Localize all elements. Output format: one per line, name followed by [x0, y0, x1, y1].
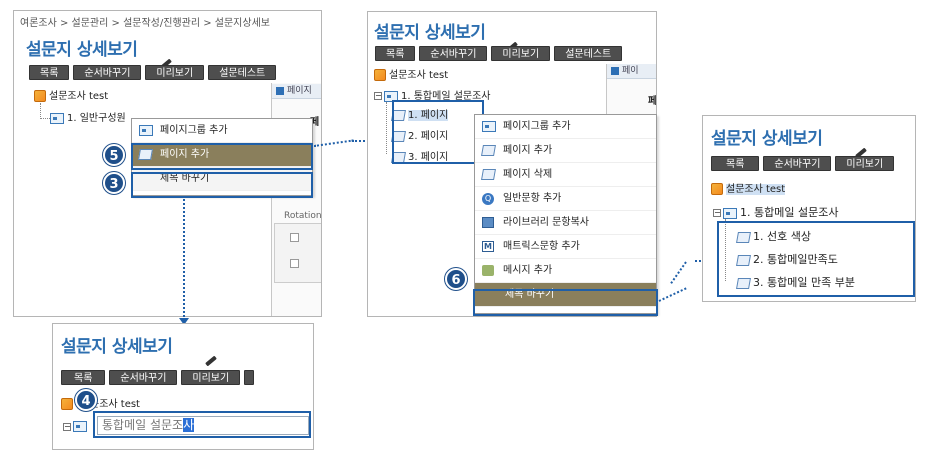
library-icon [482, 217, 494, 228]
tree-root-label[interactable]: 설문조사 test [49, 91, 108, 102]
survey-icon [34, 90, 46, 102]
reorder-button[interactable]: 순서바꾸기 [763, 156, 832, 171]
menu-item-label: 페이지 추가 [503, 145, 553, 156]
page-title: 설문지 상세보기 [26, 40, 138, 60]
survey-test-button[interactable]: 설문테스트 [554, 46, 623, 61]
collapse-icon[interactable]: − [63, 422, 71, 431]
preview-button[interactable]: 미리보기 [491, 46, 551, 61]
highlight-rename [131, 172, 313, 198]
survey-icon [711, 183, 723, 195]
page-title: 설문지 상세보기 [61, 337, 173, 357]
page-title: 설문지 상세보기 [711, 129, 823, 149]
highlight-rename [473, 289, 658, 316]
breadcrumb: 여론조사 > 설문관리 > 설문작성/진행관리 > 설문지상세보 [20, 18, 270, 29]
survey-icon [61, 398, 73, 410]
menu-item-label: 매트릭스문항 추가 [503, 241, 580, 252]
highlight-add-page [131, 143, 313, 170]
message-icon [482, 265, 494, 276]
list-button[interactable]: 목록 [711, 156, 760, 171]
step-badge: 6 [445, 268, 467, 290]
page-group-icon [482, 121, 496, 132]
edit-pen-icon [205, 355, 217, 367]
menu-item-label: 페이지 삭제 [503, 169, 553, 180]
matrix-icon: M [482, 241, 494, 252]
tree-group-label[interactable]: 1. 통합메일 설문조사 [740, 206, 838, 219]
tree-group-label[interactable]: 1. 일반구성원 [67, 113, 126, 124]
highlight-pages [392, 100, 484, 164]
survey-test-button[interactable]: 설문테스트 [208, 65, 277, 80]
page-icon [481, 145, 496, 156]
menu-item-add-message[interactable]: 메시지 추가 [475, 259, 656, 283]
survey-icon [374, 69, 386, 81]
menu-item-label: 일반문항 추가 [503, 193, 562, 204]
menu-item-add-page[interactable]: 페이지 추가 [475, 139, 656, 163]
tree-root-label[interactable]: 설문조사 test [726, 184, 786, 195]
preview-button[interactable]: 미리보기 [835, 156, 895, 171]
menu-item-add-question[interactable]: Q 일반문항 추가 [475, 187, 656, 211]
page-group-icon [139, 125, 153, 136]
menu-item-label: 페이지그룹 추가 [503, 121, 571, 132]
page-group-icon [50, 112, 64, 124]
menu-item-label: 페이지그룹 추가 [160, 125, 228, 136]
highlight-rename-input [93, 411, 311, 438]
context-menu: 페이지그룹 추가 페이지 추가 페이지 삭제 Q 일반문항 추가 라이브러리 문항… [474, 114, 657, 314]
menu-item-add-page-group[interactable]: 페이지그룹 추가 [132, 119, 312, 143]
menu-item-label: 메시지 추가 [503, 265, 553, 276]
list-button[interactable]: 목록 [29, 65, 70, 80]
reorder-button[interactable]: 순서바꾸기 [109, 370, 178, 385]
list-button[interactable]: 목록 [375, 46, 416, 61]
tree-root-label[interactable]: 설문조사 test [389, 70, 448, 81]
tree-root-label[interactable]: 문조사 test [90, 399, 140, 410]
row-checkbox[interactable] [290, 233, 299, 242]
page-icon [481, 169, 496, 180]
step-badge: 3 [103, 172, 125, 194]
menu-item-delete-page[interactable]: 페이지 삭제 [475, 163, 656, 187]
grid-tab-label[interactable]: 페이 [622, 66, 639, 76]
menu-item-label: 라이브러리 문항복사 [503, 217, 589, 228]
page-title: 설문지 상세보기 [374, 23, 486, 43]
reorder-button[interactable]: 순서바꾸기 [73, 65, 142, 80]
menu-item-add-page-group[interactable]: 페이지그룹 추가 [475, 115, 656, 139]
collapse-icon[interactable]: − [374, 92, 382, 100]
preview-button[interactable]: 미리보기 [145, 65, 205, 80]
step-badge: 4 [75, 389, 97, 411]
menu-item-add-matrix[interactable]: M 매트릭스문항 추가 [475, 235, 656, 259]
page-group-icon [723, 207, 737, 219]
row-checkbox[interactable] [290, 259, 299, 268]
step-badge: 5 [103, 144, 125, 166]
highlight-renamed-pages [717, 221, 915, 297]
menu-item-library-copy[interactable]: 라이브러리 문항복사 [475, 211, 656, 235]
collapse-icon[interactable]: − [713, 209, 721, 217]
page-group-icon [73, 421, 87, 432]
grid-tab-label[interactable]: 페이지 [287, 86, 312, 96]
preview-button[interactable]: 미리보기 [181, 370, 241, 385]
question-icon: Q [482, 193, 494, 205]
grid-rotation-label: Rotation [284, 211, 322, 221]
list-button[interactable]: 목록 [61, 370, 106, 385]
grid-col-header: 페 [648, 96, 657, 107]
reorder-button[interactable]: 순서바꾸기 [419, 46, 488, 61]
